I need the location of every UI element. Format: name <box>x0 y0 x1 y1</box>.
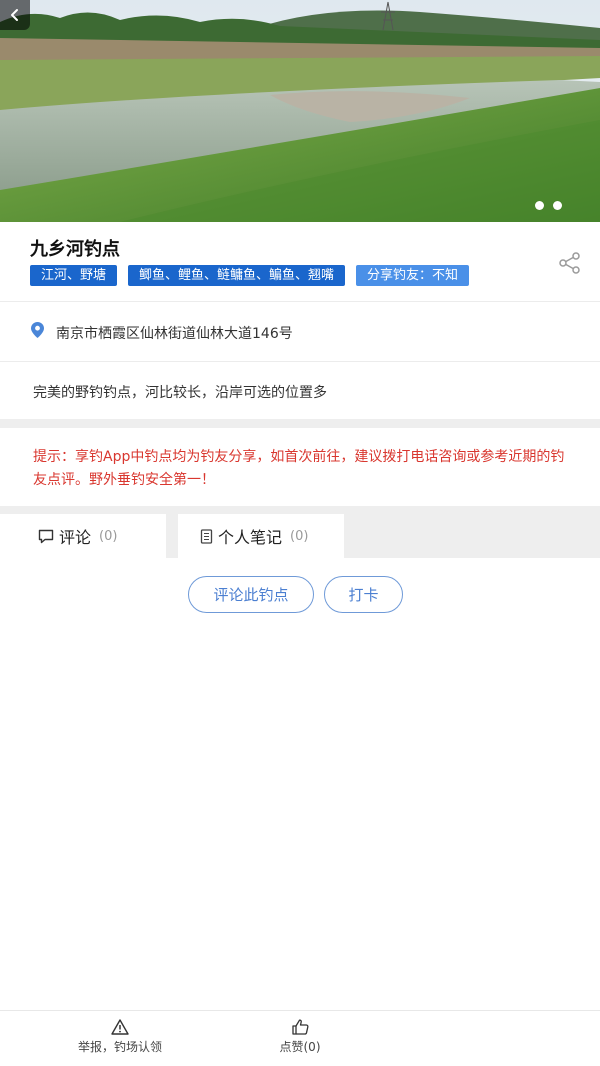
description-row: 完美的野钓钓点，河比较长，沿岸可选的位置多 <box>0 362 600 419</box>
tab-notes-count: (0) <box>290 528 309 544</box>
location-pin-icon <box>31 322 44 342</box>
tab-comments-label: 评论 <box>59 528 92 547</box>
like-button[interactable]: 点赞(0) <box>260 1019 340 1055</box>
address-text: 南京市栖霞区仙林街道仙林大道146号 <box>56 326 293 342</box>
report-claim-button[interactable]: 举报，钓场认领 <box>60 1019 180 1055</box>
warning-icon <box>111 1019 129 1035</box>
carousel-dot[interactable] <box>535 201 544 210</box>
tab-comments-count: (0) <box>99 528 118 544</box>
checkin-button[interactable]: 打卡 <box>324 576 403 613</box>
report-claim-label: 举报，钓场认领 <box>77 1040 162 1054</box>
tab-notes-label: 个人笔记 <box>218 528 283 547</box>
address-row[interactable]: 南京市栖霞区仙林街道仙林大道146号 <box>0 302 600 362</box>
back-button[interactable] <box>0 0 30 30</box>
share-button[interactable] <box>559 252 581 278</box>
comment-spot-button[interactable]: 评论此钓点 <box>188 576 314 613</box>
comment-icon <box>38 529 54 543</box>
safety-notice: 提示：享钓App中钓点均为钓友分享，如首次前往，建议拨打电话咨询或参考近期的钓友… <box>0 428 600 506</box>
tab-notes[interactable]: 个人笔记 (0) <box>178 514 344 558</box>
tab-bar: 评论 (0) 个人笔记 (0) <box>0 506 600 558</box>
carousel-dot[interactable] <box>553 201 562 210</box>
tab-comments[interactable]: 评论 (0) <box>0 514 166 558</box>
thumbs-up-icon <box>291 1019 309 1035</box>
spot-photo[interactable] <box>0 0 600 222</box>
like-label: 点赞(0) <box>279 1040 321 1054</box>
chevron-left-icon <box>11 9 18 21</box>
share-icon <box>559 252 580 274</box>
notice-text: 提示：享钓App中钓点均为钓友分享，如首次前往，建议拨打电话咨询或参考近期的钓友… <box>33 449 565 488</box>
notebook-icon <box>200 528 213 544</box>
tag-list: 江河、野塘 鲫鱼、鲤鱼、鲢鳙鱼、鳊鱼、翘嘴 分享钓友：不知 <box>30 265 470 286</box>
water-type-tag: 江河、野塘 <box>30 265 118 286</box>
carousel-dots <box>535 201 562 210</box>
fish-species-tag: 鲫鱼、鲤鱼、鲢鳙鱼、鳊鱼、翘嘴 <box>128 265 346 286</box>
bottom-action-bar: 举报，钓场认领 点赞(0) <box>0 1010 600 1066</box>
section-divider <box>0 419 600 428</box>
spot-description: 完美的野钓钓点，河比较长，沿岸可选的位置多 <box>33 385 327 401</box>
page-title: 九乡河钓点 <box>30 239 120 260</box>
shared-by-tag: 分享钓友：不知 <box>356 265 470 286</box>
spot-header: 九乡河钓点 江河、野塘 鲫鱼、鲤鱼、鲢鳙鱼、鳊鱼、翘嘴 分享钓友：不知 <box>0 222 600 302</box>
river-photo-image <box>0 0 600 222</box>
